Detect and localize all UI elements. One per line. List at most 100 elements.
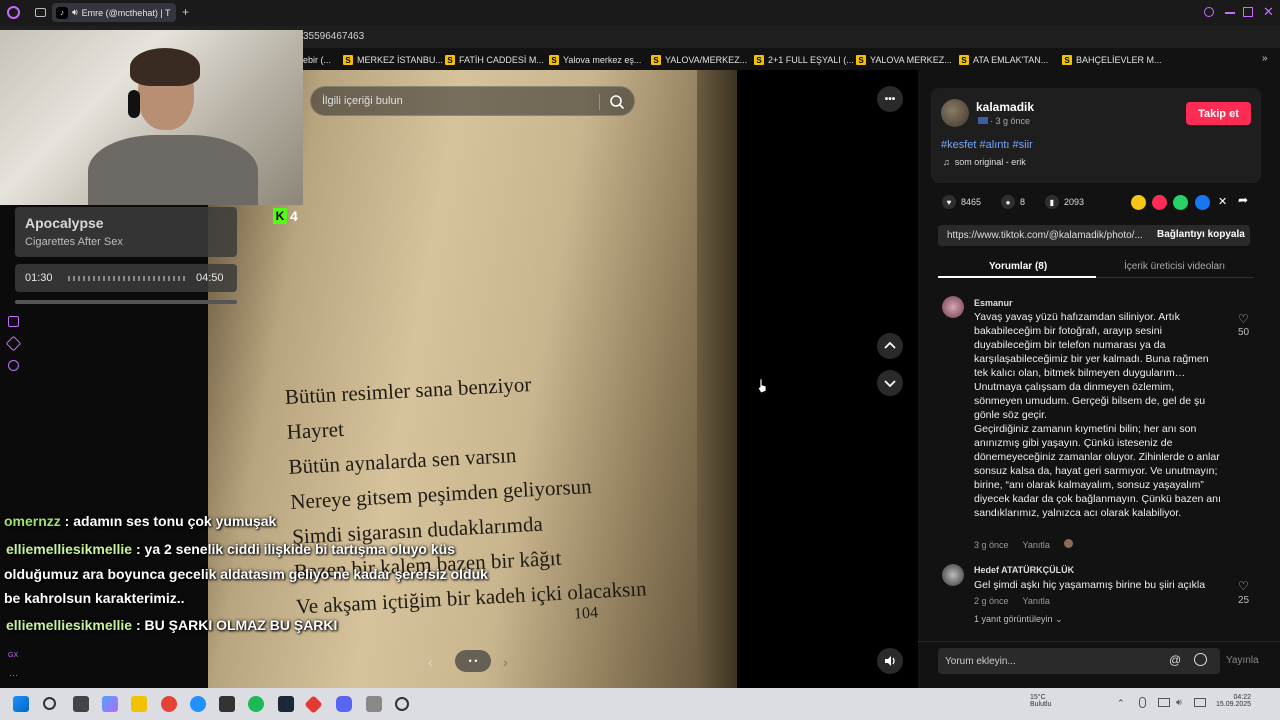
sidebar-more-icon[interactable]: ··· [9,670,18,680]
bookmark-item[interactable]: S YALOVA/MERKEZ... [651,53,747,67]
tray-chevron-icon[interactable]: ⌃ [1117,698,1125,709]
store-icon[interactable] [219,696,235,712]
x-icon[interactable]: ✕ [1218,195,1227,208]
chat-text: : ya 2 senelik ciddi ilişkide bi tartışm… [132,541,455,557]
bookmarks-more-icon[interactable]: » [1262,53,1268,64]
bookmark-item[interactable]: S FATİH CADDESİ M... [445,53,544,67]
copy-link-button[interactable]: Bağlantıyı kopyala [1157,229,1245,240]
comment-like-count: 50 [1238,327,1250,338]
microphone-icon[interactable] [1139,697,1146,708]
sidebar-settings-icon[interactable] [8,360,19,371]
reply-button[interactable]: Yanıtla [1023,596,1050,606]
search-icon[interactable] [1204,7,1214,17]
browser-tab[interactable]: ♪ 🔊︎ Emre (@mcthehat) | T [52,3,176,22]
windows-start-icon[interactable] [13,696,29,712]
mention-icon[interactable]: @ [1169,653,1181,667]
task-view-icon[interactable] [73,696,89,712]
post-time-text: · 3 g önce [990,116,1031,126]
comment-author[interactable]: Esmanur [974,298,1013,308]
volume-tray-icon[interactable]: 🔊︎ [1176,697,1182,708]
emoji-icon[interactable] [1194,653,1207,666]
slide-next-icon[interactable]: › [503,654,508,670]
comment-author[interactable]: Hedef ATATÜRKÇÜLÜK [974,565,1074,575]
volume-button[interactable] [877,648,903,674]
reply-button[interactable]: Yanıtla [1023,540,1050,550]
discord-icon[interactable] [336,696,352,712]
bookmark-s-icon: S [343,55,353,65]
author-username[interactable]: kalamadik [976,100,1034,114]
steam-icon[interactable] [278,696,294,712]
taskbar-clock[interactable]: 04:22 15.09.2025 [1216,694,1251,708]
embed-icon[interactable] [1131,195,1146,210]
chat-user: elliemelliesikmellie [6,541,133,557]
file-explorer-icon[interactable] [131,696,147,712]
taskbar-search-icon[interactable] [43,697,56,710]
comment-avatar[interactable] [942,564,964,586]
slide-prev-icon[interactable]: ‹ [428,654,433,670]
post-hashtags[interactable]: #kesfet #alıntı #siir [941,139,1033,151]
new-tab-icon[interactable]: + [182,5,189,19]
keyboard-icon[interactable] [1194,698,1206,707]
obs-icon[interactable] [395,697,409,711]
comment-like-icon[interactable]: ♡ [1238,312,1249,326]
workspace-icon[interactable] [35,8,46,17]
sidebar-bookmark-icon[interactable] [8,316,19,327]
url-fragment[interactable]: 35596467463 [303,31,364,42]
minimize-icon[interactable] [1225,12,1235,14]
search-icon[interactable] [609,94,625,110]
bookmark-s-icon: S [549,55,559,65]
next-post-button[interactable] [877,370,903,396]
save-stat[interactable]: ▮ 2093 [1045,195,1084,209]
tab-creator-videos[interactable]: İçerik üreticisi videoları [1124,261,1225,272]
bookmark-item[interactable]: ebir (... [303,53,331,67]
close-icon[interactable]: ✕ [1263,4,1274,20]
clock-time: 04:22 [1233,694,1252,701]
app-icon[interactable] [366,696,382,712]
song-progress-line [15,300,237,304]
related-search[interactable]: İlgili içeriği bulun [310,86,635,116]
comment-like-icon[interactable]: ♡ [1238,579,1249,593]
bookmark-item[interactable]: S YALOVA MERKEZ... [856,53,952,67]
like-stat[interactable]: ♥ 8465 [942,195,981,209]
bookmark-item[interactable]: S 2+1 FULL EŞYALI (... [754,53,854,67]
edge-icon[interactable] [190,696,206,712]
previous-post-button[interactable] [877,333,903,359]
comment-stat[interactable]: ● 8 [1001,195,1025,209]
weather-widget[interactable]: 15°C Bulutlu [1030,694,1051,708]
bookmark-label: ebir (... [303,55,332,65]
maximize-icon[interactable] [1243,7,1253,17]
publish-button[interactable]: Yayınla [1226,655,1259,666]
clock-date: 15.09.2025 [1216,701,1252,708]
share-arrow-icon[interactable]: ➦ [1238,193,1248,207]
view-replies-button[interactable]: 1 yanıt görüntüleyin ⌄ [974,614,1063,625]
follow-button[interactable]: Takip et [1186,102,1251,125]
chat-user: elliemelliesikmellie [6,617,133,633]
author-avatar[interactable] [941,99,969,127]
kick-badge: K 4 [273,206,305,226]
page-number: 104 [573,604,599,623]
tab-comments[interactable]: Yorumlar (8) [989,261,1047,272]
facebook-icon[interactable] [1195,195,1210,210]
spotify-icon[interactable] [248,696,264,712]
chevron-up-icon [884,341,896,349]
display-icon[interactable] [1158,698,1170,707]
creator-liked-icon [1063,539,1073,548]
post-sound[interactable]: ♫ som original - erik [943,157,1026,167]
copilot-icon[interactable] [102,696,118,712]
song-title: Apocalypse [25,215,104,231]
bookmark-item[interactable]: S BAHÇELİEVLER M... [1062,53,1162,67]
comment-text: Geçirdiğiniz zamanın kıymetini bilin; he… [974,423,1221,519]
sidebar-gx-icon[interactable]: GX [8,652,18,659]
song-waveform [68,276,186,281]
bookmark-item[interactable]: S Yalova merkez eş... [549,53,641,67]
send-icon[interactable] [1152,195,1167,210]
bookmark-item[interactable]: S MERKEZ İSTANBU... [343,53,443,67]
opera-gx-icon[interactable] [161,696,177,712]
comment-text: Gel şimdi aşkı hiç yaşamamış birine bu ş… [974,579,1206,591]
more-options-button[interactable]: ••• [877,86,903,112]
whatsapp-icon[interactable] [1173,195,1188,210]
speaker-icon[interactable]: 🔊︎ [72,7,78,18]
bookmark-item[interactable]: S ATA EMLAK'TAN... [959,53,1048,67]
comment-avatar[interactable] [942,296,964,318]
opera-logo-icon[interactable] [7,6,20,19]
